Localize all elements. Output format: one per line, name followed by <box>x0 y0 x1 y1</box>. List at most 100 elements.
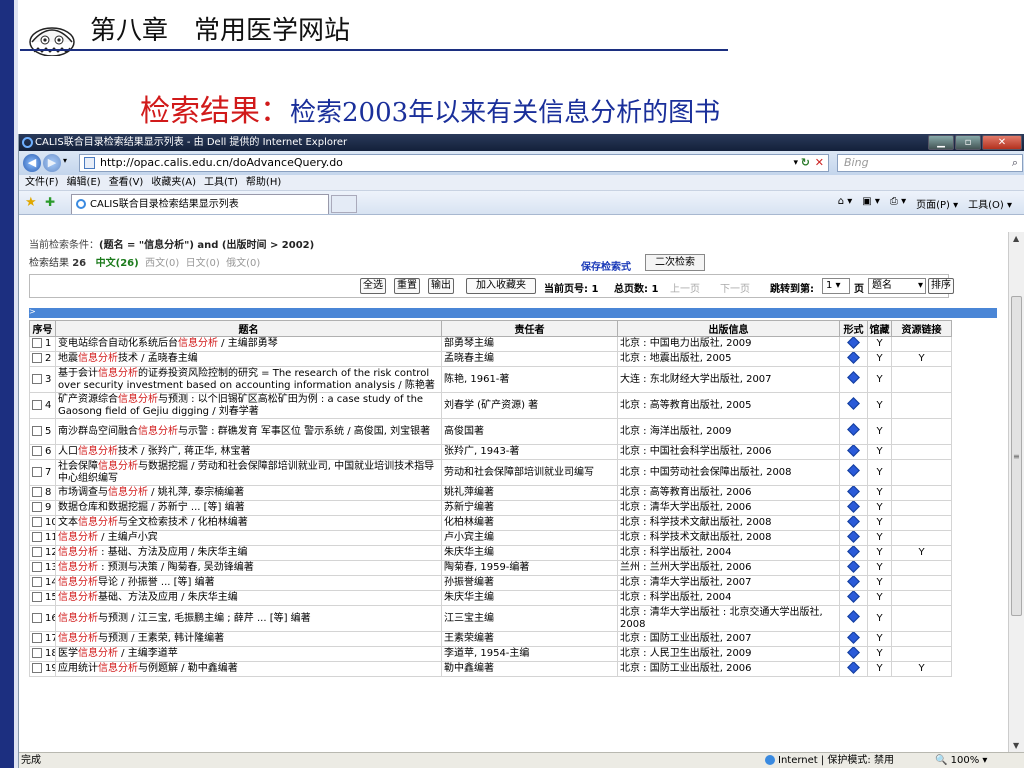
back-icon[interactable]: ◀ <box>23 154 41 172</box>
maximize-button[interactable]: ▫ <box>955 135 981 150</box>
row-checkbox[interactable] <box>32 425 42 436</box>
resource-link-cell[interactable] <box>891 336 952 352</box>
row-checkbox[interactable] <box>32 592 42 602</box>
menu-view[interactable]: 查看(V) <box>109 175 144 190</box>
title-cell[interactable]: 南沙群岛空间融合信息分析与示警 : 群礁发育 军事区位 警示系统 / 高俊国, … <box>55 418 442 445</box>
resource-link-cell[interactable]: Y <box>891 661 952 677</box>
holdings-cell[interactable]: Y <box>867 515 892 531</box>
save-query-link[interactable]: 保存检索式 <box>581 258 631 273</box>
holdings-cell[interactable]: Y <box>867 485 892 501</box>
row-checkbox[interactable] <box>32 353 42 363</box>
menu-edit[interactable]: 编辑(E) <box>67 175 101 190</box>
next-page-link[interactable]: 下一页 <box>720 280 750 295</box>
resource-link-cell[interactable] <box>891 485 952 501</box>
tab-calis-results[interactable]: CALIS联合目录检索结果显示列表 <box>71 194 329 214</box>
resource-link-cell[interactable] <box>891 605 952 632</box>
title-cell[interactable]: 信息分析基础、方法及应用 / 朱庆华主编 <box>55 590 442 606</box>
resource-link-cell[interactable] <box>891 444 952 460</box>
row-checkbox[interactable] <box>32 648 42 658</box>
title-cell[interactable]: 信息分析与预测 / 王素荣, 韩计隆编著 <box>55 631 442 647</box>
holdings-cell[interactable]: Y <box>867 366 892 393</box>
row-checkbox[interactable] <box>32 562 42 572</box>
row-checkbox[interactable] <box>32 502 42 512</box>
title-cell[interactable]: 信息分析与预测 / 江三宝, 毛振鹏主编 ; 薛芹 ... [等] 编著 <box>55 605 442 632</box>
tools-menu[interactable]: 工具(O) ▾ <box>968 196 1012 211</box>
favorites-star-icon[interactable]: ★ <box>25 195 37 210</box>
resource-link-cell[interactable] <box>891 500 952 516</box>
holdings-cell[interactable]: Y <box>867 646 892 662</box>
holdings-cell[interactable]: Y <box>867 392 892 419</box>
refresh-icon[interactable]: ↻ <box>801 155 810 171</box>
add-favorites-icon[interactable]: ✚ <box>45 195 55 209</box>
history-dropdown-icon[interactable]: ▾ <box>63 156 67 165</box>
title-cell[interactable]: 应用统计信息分析与例题解 / 勒中鑫编著 <box>55 661 442 677</box>
resource-link-cell[interactable] <box>891 575 952 591</box>
title-cell[interactable]: 人口信息分析技术 / 张羚广, 蒋正华, 林宝著 <box>55 444 442 460</box>
title-cell[interactable]: 矿产资源综合信息分析与预测 : 以个旧锡矿区高松矿田为例 : a case st… <box>55 392 442 419</box>
title-cell[interactable]: 变电站综合自动化系统后台信息分析 / 主编部勇琴 <box>55 336 442 352</box>
resource-link-cell[interactable]: Y <box>891 545 952 561</box>
print-icon[interactable]: ⎙ ▾ <box>890 196 906 211</box>
feeds-icon[interactable]: ▣ ▾ <box>862 196 880 211</box>
row-checkbox[interactable] <box>32 663 42 673</box>
sort-button[interactable]: 排序 <box>928 278 954 294</box>
resource-link-cell[interactable] <box>891 366 952 393</box>
holdings-cell[interactable]: Y <box>867 545 892 561</box>
menu-file[interactable]: 文件(F) <box>25 175 59 190</box>
resource-link-cell[interactable] <box>891 560 952 576</box>
row-checkbox[interactable] <box>32 532 42 542</box>
row-checkbox[interactable] <box>32 633 42 643</box>
holdings-cell[interactable]: Y <box>867 631 892 647</box>
scroll-up-icon[interactable]: ▲ <box>1013 234 1019 243</box>
resource-link-cell[interactable] <box>891 590 952 606</box>
title-cell[interactable]: 信息分析 / 主编卢小宾 <box>55 530 442 546</box>
forward-icon[interactable]: ▶ <box>43 154 61 172</box>
row-checkbox[interactable] <box>32 399 42 410</box>
title-cell[interactable]: 文本信息分析与全文检索技术 / 化柏林编著 <box>55 515 442 531</box>
add-favorites-button[interactable]: 加入收藏夹 <box>466 278 536 294</box>
row-checkbox[interactable] <box>32 517 42 527</box>
row-checkbox[interactable] <box>32 577 42 587</box>
holdings-cell[interactable]: Y <box>867 336 892 352</box>
select-all-button[interactable]: 全选 <box>360 278 386 294</box>
holdings-cell[interactable]: Y <box>867 444 892 460</box>
address-dropdown-icon[interactable]: ▾ <box>793 155 798 171</box>
security-zone[interactable]: Internet | 保护模式: 禁用 <box>765 753 894 768</box>
holdings-cell[interactable]: Y <box>867 500 892 516</box>
resource-link-cell[interactable] <box>891 530 952 546</box>
sort-field-select[interactable]: 题名 ▾ <box>868 278 926 294</box>
row-checkbox[interactable] <box>32 373 42 384</box>
resource-link-cell[interactable] <box>891 646 952 662</box>
row-checkbox[interactable] <box>32 487 42 497</box>
new-tab-button[interactable] <box>331 195 357 213</box>
title-cell[interactable]: 市场调查与信息分析 / 姚礼萍, 泰宗楠编著 <box>55 485 442 501</box>
resource-link-cell[interactable]: Y <box>891 351 952 367</box>
holdings-cell[interactable]: Y <box>867 605 892 632</box>
output-button[interactable]: 输出 <box>428 278 454 294</box>
scroll-down-icon[interactable]: ▼ <box>1013 741 1019 750</box>
minimize-button[interactable]: ▁ <box>928 135 954 150</box>
home-icon[interactable]: ⌂ ▾ <box>838 196 853 211</box>
title-cell[interactable]: 信息分析导论 / 孙振誉 ... [等] 编著 <box>55 575 442 591</box>
holdings-cell[interactable]: Y <box>867 590 892 606</box>
jump-page-select[interactable]: 1 ▾ <box>822 278 850 294</box>
menu-help[interactable]: 帮助(H) <box>246 175 281 190</box>
lang-chinese-link[interactable]: 中文(26) <box>96 258 139 269</box>
page-menu[interactable]: 页面(P) ▾ <box>916 196 958 211</box>
address-input[interactable]: http://opac.calis.edu.cn/doAdvanceQuery.… <box>79 154 829 172</box>
holdings-cell[interactable]: Y <box>867 351 892 367</box>
resource-link-cell[interactable] <box>891 392 952 419</box>
title-cell[interactable]: 基于会计信息分析的证券投资风险控制的研究 = The research of t… <box>55 366 442 393</box>
resource-link-cell[interactable] <box>891 515 952 531</box>
holdings-cell[interactable]: Y <box>867 459 892 486</box>
resource-link-cell[interactable] <box>891 631 952 647</box>
close-button[interactable]: ✕ <box>982 135 1022 150</box>
resource-link-cell[interactable] <box>891 459 952 486</box>
title-cell[interactable]: 医学信息分析 / 主编李道苹 <box>55 646 442 662</box>
menu-favorites[interactable]: 收藏夹(A) <box>151 175 196 190</box>
menu-tools[interactable]: 工具(T) <box>204 175 238 190</box>
row-checkbox[interactable] <box>32 612 42 623</box>
holdings-cell[interactable]: Y <box>867 575 892 591</box>
title-cell[interactable]: 社会保障信息分析与数据挖掘 / 劳动和社会保障部培训就业司, 中国就业培训技术指… <box>55 459 442 486</box>
search-icon[interactable]: ⌕ <box>1012 155 1018 171</box>
